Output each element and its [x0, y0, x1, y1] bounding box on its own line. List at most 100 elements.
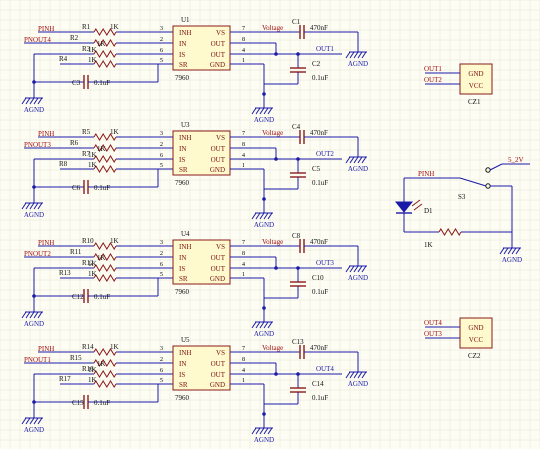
ic-pin-name: VS [216, 29, 225, 37]
ic-pin-number: 8 [242, 251, 245, 257]
ground-hatch [255, 321, 261, 329]
ground-hatch [345, 51, 351, 59]
output-net-label: OUT1 [316, 45, 334, 53]
connector-ref: CZ2 [468, 352, 481, 360]
agnd-symbol: AGND [21, 304, 44, 328]
resistor-zigzag [93, 165, 117, 173]
ic-pin-number: 6 [160, 368, 163, 374]
ground-hatch [361, 51, 367, 59]
ground-hatch [21, 311, 27, 319]
ground-hatch [353, 51, 359, 59]
led-diode-icon [394, 201, 414, 213]
ground-hatch [259, 212, 265, 220]
voltage-label: Voltage [262, 24, 283, 32]
voltage-label: Voltage [262, 129, 283, 137]
capacitor-ref: C14 [312, 380, 324, 388]
resistor-sr [60, 60, 150, 68]
ground-hatch [263, 212, 269, 220]
ground-hatch [29, 311, 35, 319]
capacitor-ref: C5 [312, 165, 321, 173]
input-capacitor [83, 289, 89, 303]
ground-hatch [259, 427, 265, 435]
ic-pin-name: SR [179, 381, 188, 389]
resistor-ref: R14 [82, 343, 94, 351]
ic-pin-name: OUT [211, 360, 226, 368]
resistor-value: 1K [88, 376, 97, 384]
capacitor-value: 470nF [310, 344, 328, 352]
capacitor-ref: C2 [312, 60, 321, 68]
ic-pin-number: 1 [242, 163, 245, 169]
ic-pin-name: IS [179, 265, 185, 273]
voltage-label: Voltage [262, 238, 283, 246]
ic-pin-name: GND [210, 61, 225, 69]
ground-hatch [21, 202, 27, 210]
resistor-ref: R5 [82, 128, 91, 136]
capacitor-ref: C6 [72, 184, 81, 192]
resistor-ref: R4 [59, 55, 68, 63]
ic-pin-number: 7 [242, 131, 245, 137]
resistor-value: 1K [88, 46, 97, 54]
resistor-is [60, 370, 150, 378]
connector-net-label: OUT4 [424, 319, 442, 327]
ic-pin-number: 7 [242, 26, 245, 32]
resistor-value: 1K [88, 366, 97, 374]
ic-pin-number: 3 [160, 346, 163, 352]
connector-cz1: GND VCC CZ1 OUT1 OUT2 [424, 63, 493, 106]
resistor-value: 1K [88, 56, 97, 64]
ic-pin-number: 6 [160, 48, 163, 54]
ic-pin-name: OUT [211, 145, 226, 153]
ic-pin-number: 4 [242, 368, 245, 374]
connector-pin-name: GND [468, 70, 483, 78]
connector-net-label: OUT3 [424, 330, 442, 338]
ground-hatch [353, 371, 359, 379]
ic-pin-number: 5 [160, 378, 163, 384]
capacitor-value: 470nF [310, 129, 328, 137]
agnd-label: AGND [24, 211, 44, 219]
ic-pin-name: VS [216, 349, 225, 357]
ic-pin-number: 3 [160, 131, 163, 137]
ground-hatch [349, 371, 355, 379]
ic-pin-name: SR [179, 61, 188, 69]
ground-hatch [345, 265, 351, 273]
ground-hatch [251, 321, 257, 329]
agnd-symbol: AGND [251, 205, 274, 229]
ground-hatch [255, 107, 261, 115]
connector-pin-name: VCC [469, 336, 484, 344]
shunt-capacitor [290, 172, 306, 178]
ic-pin-number: 2 [160, 37, 163, 43]
ic-part-number: 7960 [175, 74, 190, 82]
ic-part-number: 7960 [175, 394, 190, 402]
agnd-label: AGND [254, 221, 274, 229]
agnd-label: AGND [24, 320, 44, 328]
resistor-is [60, 50, 150, 58]
ground-hatch [33, 311, 39, 319]
capacitor-value: 0.1uF [312, 394, 328, 402]
ic-pin-number: 6 [160, 153, 163, 159]
ic-pin-name: GND [210, 381, 225, 389]
capacitor-ref: C8 [292, 232, 301, 240]
ic-pin-name: SR [179, 166, 188, 174]
ic-pin-number: 5 [160, 58, 163, 64]
ic-pin-number: 6 [160, 262, 163, 268]
ic-pin-name: INH [179, 29, 191, 37]
capacitor-ref: C13 [292, 338, 304, 346]
diode-ref: D1 [424, 207, 433, 215]
ground-hatch [499, 247, 505, 255]
ground-hatch [361, 371, 367, 379]
ground-hatch [345, 371, 351, 379]
agnd-symbol: AGND [21, 410, 44, 434]
channel-u3: PINHPNOUT3R5 1KR61KR71KR8 1KC6 0.1uFAGNDU37… [21, 121, 368, 229]
ground-hatch [29, 417, 35, 425]
ic-pin-name: OUT [211, 265, 226, 273]
resistor-ref: R17 [59, 375, 71, 383]
resistor-value: 1K [97, 360, 106, 368]
connector-net-label: OUT1 [424, 65, 442, 73]
ground-hatch [353, 265, 359, 273]
agnd-label: AGND [254, 330, 274, 338]
ground-hatch [349, 265, 355, 273]
capacitor-ref: C12 [72, 293, 84, 301]
ground-hatch [25, 97, 31, 105]
ic-pin-name: OUT [211, 254, 226, 262]
ic-pin-number: 2 [160, 357, 163, 363]
ground-hatch [25, 202, 31, 210]
